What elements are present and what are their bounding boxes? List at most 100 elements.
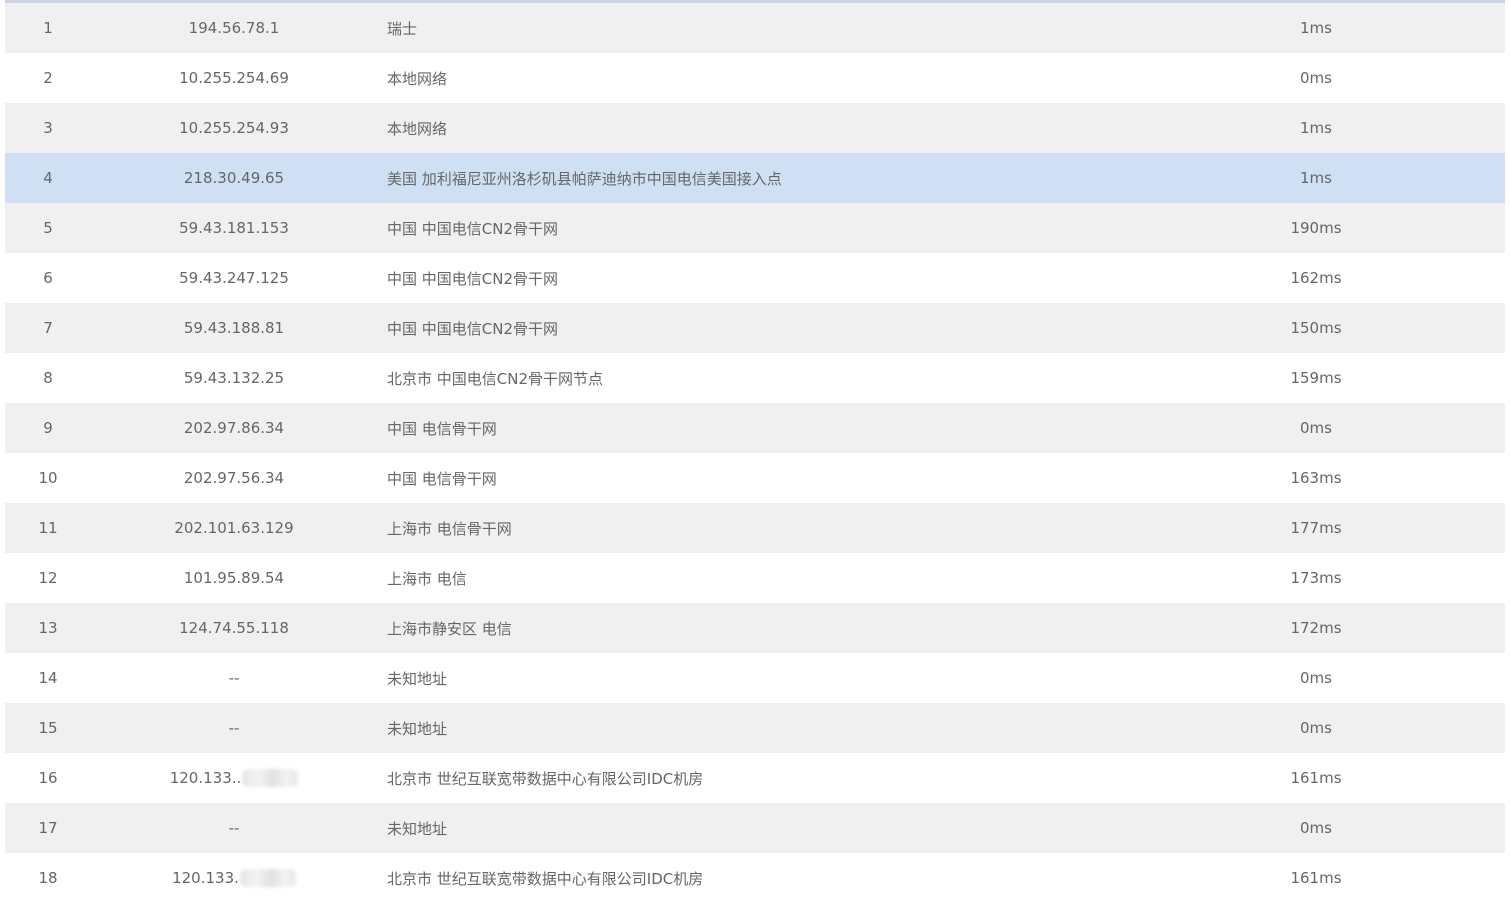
response-time: 173ms <box>1127 553 1505 603</box>
location: 北京市 中国电信CN2骨干网节点 <box>377 353 1127 403</box>
location: 本地网络 <box>377 103 1127 153</box>
ip-address-cell: 218.30.49.65 <box>91 153 377 203</box>
table-row[interactable]: 15 -- 未知地址 0ms <box>5 703 1505 753</box>
hop-number: 18 <box>5 853 91 898</box>
response-time: 162ms <box>1127 253 1505 303</box>
ip-address-cell: 202.97.86.34 <box>91 403 377 453</box>
table-row[interactable]: 4 218.30.49.65 美国 加利福尼亚州洛杉矶县帕萨迪纳市中国电信美国接入点… <box>5 153 1505 203</box>
ip-address-cell: -- <box>91 803 377 853</box>
response-time: 1ms <box>1127 3 1505 53</box>
hop-number: 8 <box>5 353 91 403</box>
hop-number: 17 <box>5 803 91 853</box>
location: 未知地址 <box>377 803 1127 853</box>
location: 中国 中国电信CN2骨干网 <box>377 303 1127 353</box>
response-time: 0ms <box>1127 803 1505 853</box>
location: 北京市 世纪互联宽带数据中心有限公司IDC机房 <box>377 853 1127 898</box>
hop-number: 11 <box>5 503 91 553</box>
table-row[interactable]: 1 194.56.78.1 瑞士 1ms <box>5 3 1505 53</box>
ip-address-wrap: 59.43.181.153 <box>179 219 289 237</box>
ip-address-cell: 59.43.188.81 <box>91 303 377 353</box>
ip-address-cell: 10.255.254.93 <box>91 103 377 153</box>
traceroute-table: 1 194.56.78.1 瑞士 1ms 2 10.255.254.69 本地网络 0ms 3 1… <box>5 3 1505 898</box>
hop-number: 10 <box>5 453 91 503</box>
hop-number: 2 <box>5 53 91 103</box>
ip-address-wrap: 59.43.247.125 <box>179 269 289 287</box>
location: 上海市 电信 <box>377 553 1127 603</box>
table-row[interactable]: 18 120.133. 北京市 世纪互联宽带数据中心有限公司IDC机房 161ms <box>5 853 1505 898</box>
ip-address-cell: 194.56.78.1 <box>91 3 377 53</box>
table-row[interactable]: 17 -- 未知地址 0ms <box>5 803 1505 853</box>
table-row[interactable]: 16 120.133.. 北京市 世纪互联宽带数据中心有限公司IDC机房 161ms <box>5 753 1505 803</box>
ip-address: -- <box>228 669 240 687</box>
location: 中国 中国电信CN2骨干网 <box>377 203 1127 253</box>
hop-number: 3 <box>5 103 91 153</box>
ip-address-cell: 101.95.89.54 <box>91 553 377 603</box>
location: 未知地址 <box>377 653 1127 703</box>
ip-address: 59.43.247.125 <box>179 269 289 287</box>
ip-address: 124.74.55.118 <box>179 619 289 637</box>
ip-address-cell: 120.133.. <box>91 753 377 803</box>
table-row[interactable]: 2 10.255.254.69 本地网络 0ms <box>5 53 1505 103</box>
ip-address-wrap: 120.133.. <box>170 769 299 788</box>
response-time: 177ms <box>1127 503 1505 553</box>
ip-mask-blur <box>239 869 296 888</box>
ip-address-wrap: -- <box>229 819 240 837</box>
table-row[interactable]: 3 10.255.254.93 本地网络 1ms <box>5 103 1505 153</box>
ip-address-wrap: 202.101.63.129 <box>174 519 293 537</box>
table-row[interactable]: 5 59.43.181.153 中国 中国电信CN2骨干网 190ms <box>5 203 1505 253</box>
table-row[interactable]: 14 -- 未知地址 0ms <box>5 653 1505 703</box>
location: 瑞士 <box>377 3 1127 53</box>
ip-address-wrap: 59.43.188.81 <box>184 319 284 337</box>
location: 未知地址 <box>377 703 1127 753</box>
table-row[interactable]: 6 59.43.247.125 中国 中国电信CN2骨干网 162ms <box>5 253 1505 303</box>
location: 中国 中国电信CN2骨干网 <box>377 253 1127 303</box>
ip-address: 202.97.56.34 <box>183 469 285 487</box>
ip-address: 59.43.188.81 <box>183 319 285 337</box>
response-time: 0ms <box>1127 653 1505 703</box>
ip-address-cell: 59.43.247.125 <box>91 253 377 303</box>
ip-address-wrap: 194.56.78.1 <box>189 19 280 37</box>
response-time: 163ms <box>1127 453 1505 503</box>
response-time: 190ms <box>1127 203 1505 253</box>
response-time: 1ms <box>1127 103 1505 153</box>
ip-address-wrap: 10.255.254.93 <box>179 119 289 137</box>
response-time: 150ms <box>1127 303 1505 353</box>
ip-address-wrap: 202.97.86.34 <box>184 419 284 437</box>
table-row[interactable]: 13 124.74.55.118 上海市静安区 电信 172ms <box>5 603 1505 653</box>
ip-address: 120.133. <box>172 868 239 887</box>
location: 北京市 世纪互联宽带数据中心有限公司IDC机房 <box>377 753 1127 803</box>
hop-number: 13 <box>5 603 91 653</box>
table-row[interactable]: 12 101.95.89.54 上海市 电信 173ms <box>5 553 1505 603</box>
response-time: 0ms <box>1127 403 1505 453</box>
table-row[interactable]: 8 59.43.132.25 北京市 中国电信CN2骨干网节点 159ms <box>5 353 1505 403</box>
ip-address: -- <box>228 819 240 837</box>
response-time: 0ms <box>1127 53 1505 103</box>
ip-address-wrap: 202.97.56.34 <box>184 469 284 487</box>
hop-number: 9 <box>5 403 91 453</box>
location: 上海市静安区 电信 <box>377 603 1127 653</box>
location: 本地网络 <box>377 53 1127 103</box>
ip-address-wrap: -- <box>229 719 240 737</box>
traceroute-table-container: 1 194.56.78.1 瑞士 1ms 2 10.255.254.69 本地网络 0ms 3 1… <box>5 0 1505 898</box>
ip-address-cell: -- <box>91 703 377 753</box>
table-row[interactable]: 9 202.97.86.34 中国 电信骨干网 0ms <box>5 403 1505 453</box>
table-row[interactable]: 7 59.43.188.81 中国 中国电信CN2骨干网 150ms <box>5 303 1505 353</box>
table-row[interactable]: 11 202.101.63.129 上海市 电信骨干网 177ms <box>5 503 1505 553</box>
ip-address: 10.255.254.93 <box>179 119 289 137</box>
hop-number: 14 <box>5 653 91 703</box>
response-time: 172ms <box>1127 603 1505 653</box>
ip-address-cell: 120.133. <box>91 853 377 898</box>
ip-address-wrap: 120.133. <box>172 869 296 888</box>
ip-address-cell: -- <box>91 653 377 703</box>
ip-address-wrap: 218.30.49.65 <box>184 169 284 187</box>
location: 中国 电信骨干网 <box>377 453 1127 503</box>
ip-address-cell: 59.43.181.153 <box>91 203 377 253</box>
ip-address-cell: 10.255.254.69 <box>91 53 377 103</box>
response-time: 0ms <box>1127 703 1505 753</box>
ip-address: 120.133.. <box>169 768 242 787</box>
ip-address: 194.56.78.1 <box>188 19 280 37</box>
table-row[interactable]: 10 202.97.56.34 中国 电信骨干网 163ms <box>5 453 1505 503</box>
response-time: 161ms <box>1127 853 1505 898</box>
response-time: 161ms <box>1127 753 1505 803</box>
ip-address: 101.95.89.54 <box>183 569 285 587</box>
